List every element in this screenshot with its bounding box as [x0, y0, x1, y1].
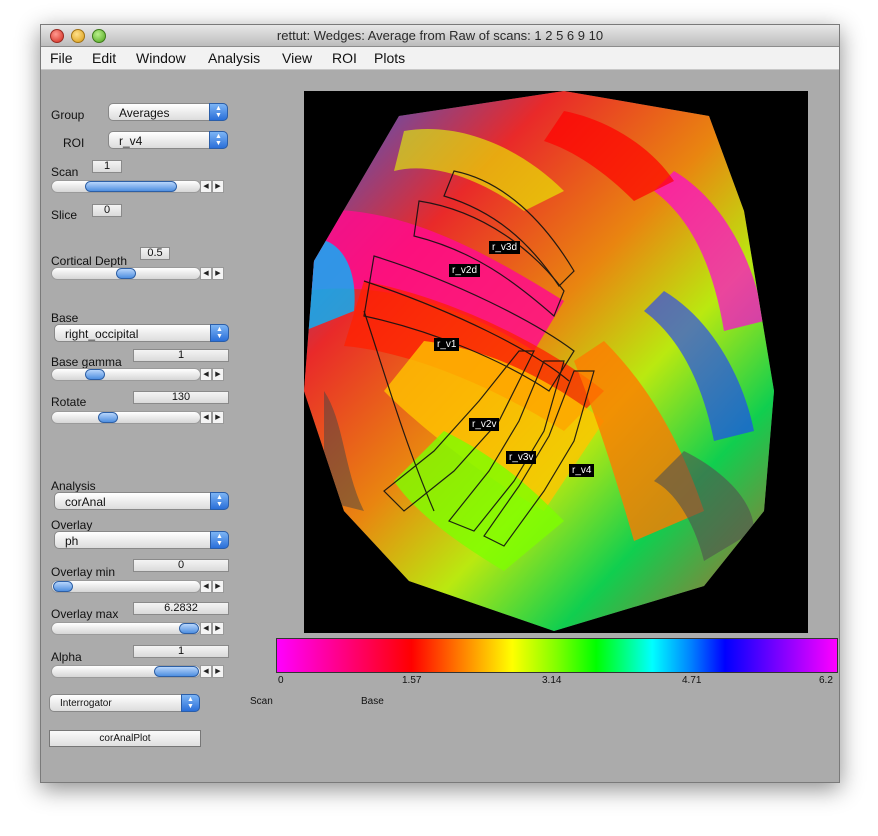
- rotate-value-box[interactable]: 130: [133, 391, 229, 404]
- overlay-max-value-box[interactable]: 6.2832: [133, 602, 229, 615]
- menu-edit[interactable]: Edit: [92, 50, 116, 66]
- overlay-max-slider[interactable]: ◀ ▶: [51, 622, 234, 635]
- overlay-min-label: Overlay min: [51, 565, 116, 579]
- slider-thumb[interactable]: [85, 181, 178, 192]
- slider-thumb[interactable]: [179, 623, 199, 634]
- group-label: Group: [51, 108, 85, 122]
- popup-arrows-icon: ▲ ▼: [209, 103, 228, 121]
- menu-plots[interactable]: Plots: [374, 50, 405, 66]
- slider-left-arrow-icon[interactable]: ◀: [200, 411, 212, 424]
- slider-right-arrow-icon[interactable]: ▶: [212, 665, 224, 678]
- roi-label-r-v2v: r_v2v: [469, 418, 500, 431]
- colorbar-tick: 1.57: [402, 675, 422, 686]
- coranalplot-button[interactable]: corAnalPlot: [49, 730, 201, 747]
- analysis-value: corAnal: [65, 495, 106, 509]
- app-window: rettut: Wedges: Average from Raw of scan…: [40, 24, 840, 783]
- group-select[interactable]: Averages ▲ ▼: [108, 103, 228, 121]
- scan-label: Scan: [51, 165, 79, 179]
- base-gamma-label: Base gamma: [51, 355, 122, 369]
- cortical-depth-slider[interactable]: ◀ ▶: [51, 267, 234, 280]
- menu-roi[interactable]: ROI: [332, 50, 357, 66]
- menu-window[interactable]: Window: [136, 50, 186, 66]
- menu-view[interactable]: View: [282, 50, 312, 66]
- interrogator-select[interactable]: Interrogator ▲ ▼: [49, 694, 200, 712]
- slider-left-arrow-icon[interactable]: ◀: [200, 180, 212, 193]
- overlay-min-value-box[interactable]: 0: [133, 559, 229, 572]
- alpha-label: Alpha: [51, 650, 82, 664]
- slider-thumb[interactable]: [98, 412, 119, 423]
- menu-bar: File Edit Window Analysis View ROI Plots: [41, 47, 839, 70]
- slider-left-arrow-icon[interactable]: ◀: [200, 267, 212, 280]
- roi-value: r_v4: [119, 134, 143, 148]
- cortical-depth-label: Cortical Depth: [51, 254, 128, 268]
- slider-thumb[interactable]: [154, 666, 199, 677]
- alpha-slider[interactable]: ◀ ▶: [51, 665, 234, 678]
- overlay-min-slider[interactable]: ◀ ▶: [51, 580, 234, 593]
- base-gamma-value-box[interactable]: 1: [133, 349, 229, 362]
- slider-right-arrow-icon[interactable]: ▶: [212, 411, 224, 424]
- slider-left-arrow-icon[interactable]: ◀: [200, 580, 212, 593]
- slider-thumb[interactable]: [84, 369, 105, 380]
- slider-track: [51, 368, 201, 381]
- group-value: Averages: [119, 106, 170, 120]
- analysis-label: Analysis: [51, 479, 96, 493]
- menu-file[interactable]: File: [50, 50, 73, 66]
- roi-select[interactable]: r_v4 ▲ ▼: [108, 131, 228, 149]
- base-select[interactable]: right_occipital ▲ ▼: [54, 324, 229, 342]
- roi-label-r-v3v: r_v3v: [506, 451, 537, 464]
- slider-right-arrow-icon[interactable]: ▶: [212, 580, 224, 593]
- roi-label-r-v2d: r_v2d: [449, 264, 481, 277]
- slice-label: Slice: [51, 208, 78, 222]
- base-value: right_occipital: [65, 327, 139, 341]
- overlay-select[interactable]: ph ▲ ▼: [54, 531, 229, 549]
- brain-overlay-image[interactable]: r_v3d r_v2d r_v1 r_v2v r_v3v r_v4: [304, 91, 808, 633]
- slider-left-arrow-icon[interactable]: ◀: [200, 622, 212, 635]
- popup-arrows-icon: ▲ ▼: [181, 694, 200, 712]
- title-bar: rettut: Wedges: Average from Raw of scan…: [41, 25, 839, 47]
- alpha-value-box[interactable]: 1: [133, 645, 229, 658]
- popup-arrows-icon: ▲ ▼: [210, 324, 229, 342]
- cortical-depth-value-box[interactable]: 0.5: [140, 247, 170, 260]
- slider-right-arrow-icon[interactable]: ▶: [212, 267, 224, 280]
- slider-thumb[interactable]: [53, 581, 73, 592]
- menu-analysis[interactable]: Analysis: [208, 50, 260, 66]
- slider-right-arrow-icon[interactable]: ▶: [212, 368, 224, 381]
- roi-label: ROI: [63, 136, 85, 150]
- scan-value-box[interactable]: 1: [92, 160, 122, 173]
- colorbar-tick: 0: [278, 675, 284, 686]
- colorbar-tick: 3.14: [542, 675, 562, 686]
- roi-label-r-v3d: r_v3d: [489, 241, 521, 254]
- overlay-label: Overlay: [51, 518, 93, 532]
- analysis-select[interactable]: corAnal ▲ ▼: [54, 492, 229, 510]
- popup-arrows-icon: ▲ ▼: [210, 492, 229, 510]
- window-title: rettut: Wedges: Average from Raw of scan…: [276, 28, 604, 43]
- slider-track: [51, 580, 201, 593]
- base-gamma-slider[interactable]: ◀ ▶: [51, 368, 234, 381]
- slider-left-arrow-icon[interactable]: ◀: [200, 368, 212, 381]
- slice-value-box[interactable]: 0: [92, 204, 122, 217]
- phase-map-svg: [304, 91, 774, 631]
- scan-slider[interactable]: ◀ ▶: [51, 180, 234, 193]
- rotate-slider[interactable]: ◀ ▶: [51, 411, 234, 424]
- overlay-max-label: Overlay max: [51, 607, 119, 621]
- popup-arrows-icon: ▲ ▼: [210, 531, 229, 549]
- roi-label-r-v4: r_v4: [569, 464, 595, 477]
- slider-left-arrow-icon[interactable]: ◀: [200, 665, 212, 678]
- colorbar-tick: 4.71: [682, 675, 702, 686]
- slider-right-arrow-icon[interactable]: ▶: [212, 180, 224, 193]
- interrogator-value: Interrogator: [60, 698, 112, 709]
- rotate-label: Rotate: [51, 395, 87, 409]
- base-label: Base: [51, 311, 79, 325]
- slider-right-arrow-icon[interactable]: ▶: [212, 622, 224, 635]
- colorbar-tick: 6.2: [819, 675, 833, 686]
- popup-arrows-icon: ▲ ▼: [209, 131, 228, 149]
- scan-caption: Scan: [250, 696, 273, 707]
- overlay-value: ph: [65, 534, 79, 548]
- base-caption: Base: [361, 696, 384, 707]
- roi-label-r-v1: r_v1: [434, 338, 460, 351]
- slider-track: [51, 411, 201, 424]
- slider-thumb[interactable]: [116, 268, 136, 279]
- phase-colorbar: [276, 638, 838, 673]
